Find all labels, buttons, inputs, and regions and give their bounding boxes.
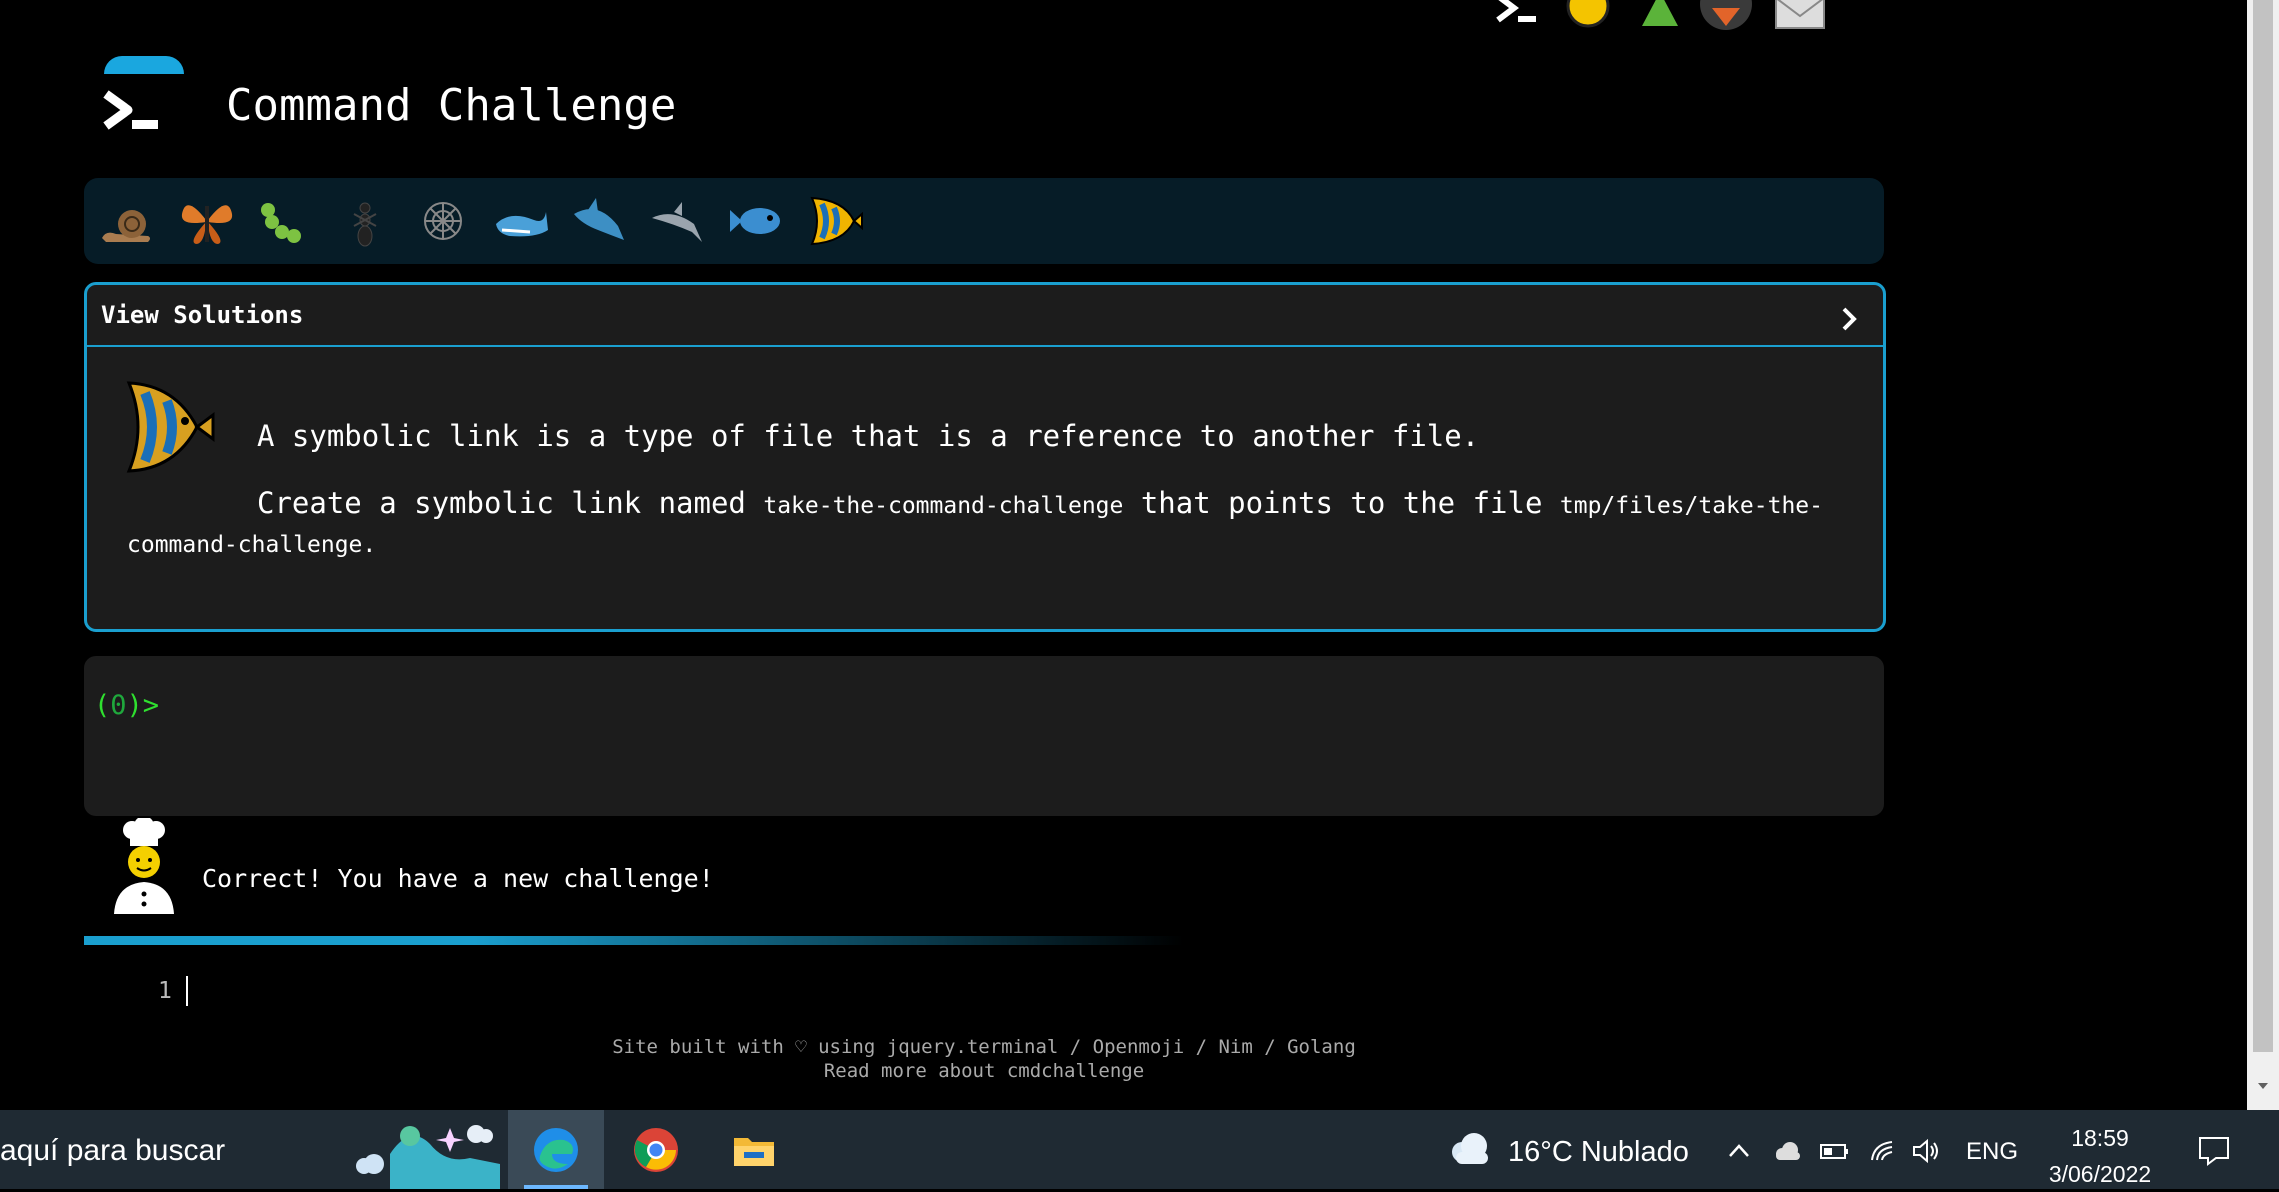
snail-icon[interactable]: [96, 190, 158, 252]
terminal-icon[interactable]: [1490, 0, 1542, 30]
fox-icon[interactable]: [1700, 0, 1752, 30]
prompt-open: (: [94, 690, 111, 721]
scroll-down-arrow-icon[interactable]: [2255, 1078, 2271, 1094]
site-logo[interactable]: [100, 56, 190, 146]
notification-icon[interactable]: [2196, 1132, 2232, 1168]
logo-dome: [104, 56, 184, 74]
weather-readout[interactable]: 16°C Nublado: [1508, 1136, 1689, 1169]
page-scrollbar[interactable]: [2247, 0, 2279, 1110]
editor-line-number: 1: [158, 978, 172, 1004]
editor-caret[interactable]: [186, 976, 188, 1006]
header-links: [1490, 0, 1880, 30]
envelope-icon[interactable]: [1774, 0, 1826, 30]
volume-icon[interactable]: [1910, 1134, 1944, 1168]
tree-icon[interactable]: [1634, 0, 1686, 30]
taskbar-search-box[interactable]: aquí para buscar: [0, 1134, 225, 1168]
butterfly-icon[interactable]: [176, 190, 238, 252]
task-text: Create a symbolic link named: [257, 486, 746, 520]
language-indicator[interactable]: ENG: [1966, 1138, 2018, 1166]
challenge-task: Create a symbolic link named take-the-co…: [127, 485, 1847, 563]
terminal[interactable]: (0)>: [84, 656, 1884, 816]
taskbar-edge-button[interactable]: [508, 1110, 604, 1189]
terminal-prompt: (0)>: [94, 690, 159, 721]
taskbar-file-explorer-button[interactable]: [706, 1110, 802, 1189]
chevron-up-icon[interactable]: [1722, 1134, 1756, 1168]
feedback-message: Correct! You have a new challenge!: [202, 864, 714, 893]
level-progress-bar: [84, 178, 1884, 264]
shark-icon[interactable]: [568, 190, 630, 252]
chevron-right-icon[interactable]: [1837, 305, 1861, 333]
footer-read-more-link[interactable]: Read more about cmdchallenge: [500, 1060, 1468, 1082]
taskbar-clock[interactable]: 18:59 3/06/2022: [2036, 1120, 2164, 1192]
link-name-code: take-the-command-challenge: [763, 493, 1124, 519]
battery-icon[interactable]: [1818, 1134, 1852, 1168]
task-text: that points to the file: [1140, 486, 1543, 520]
yellow-hand-icon[interactable]: [1562, 0, 1614, 30]
progress-divider: [84, 936, 1184, 945]
edge-browser-icon: [534, 1128, 578, 1172]
view-solutions-toggle[interactable]: View Solutions: [87, 285, 1883, 347]
ant-icon[interactable]: [334, 190, 396, 252]
spider-web-icon[interactable]: [412, 190, 474, 252]
prompt-count: 0: [110, 690, 127, 721]
folder-icon: [734, 1138, 774, 1166]
chrome-browser-icon: [634, 1128, 678, 1172]
clock-time: 18:59: [2071, 1125, 2129, 1151]
whale-icon[interactable]: [490, 190, 552, 252]
view-solutions-label: View Solutions: [101, 301, 304, 329]
windows-taskbar: aquí para buscar 16°C Nublado ENG 18:59 …: [0, 1110, 2279, 1189]
search-highlight-icon: [350, 1114, 500, 1189]
chef-avatar-icon: [114, 818, 174, 914]
challenge-intro: A symbolic link is a type of file that i…: [257, 419, 1480, 453]
footer-credits[interactable]: Site built with ♡ using jquery.terminal …: [500, 1036, 1468, 1058]
fish-icon[interactable]: [726, 190, 788, 252]
scrollbar-thumb[interactable]: [2253, 0, 2273, 1052]
challenge-panel: View Solutions A symbolic link is a type…: [84, 282, 1886, 632]
wifi-icon[interactable]: [1866, 1134, 1900, 1168]
clock-date: 3/06/2022: [2048, 1161, 2152, 1187]
onedrive-cloud-icon[interactable]: [1770, 1134, 1804, 1168]
dolphin-icon[interactable]: [648, 190, 710, 252]
prompt-logo-icon: [103, 90, 158, 130]
caterpillar-icon[interactable]: [254, 190, 316, 252]
prompt-close: )>: [126, 690, 160, 721]
site-title: Command Challenge: [226, 80, 677, 131]
taskbar-chrome-button[interactable]: [608, 1110, 704, 1189]
tropical-fish-icon: [126, 381, 215, 473]
cloud-weather-icon[interactable]: [1446, 1130, 1494, 1166]
task-end: .: [362, 532, 377, 558]
tropical-fish-icon[interactable]: [804, 190, 866, 252]
